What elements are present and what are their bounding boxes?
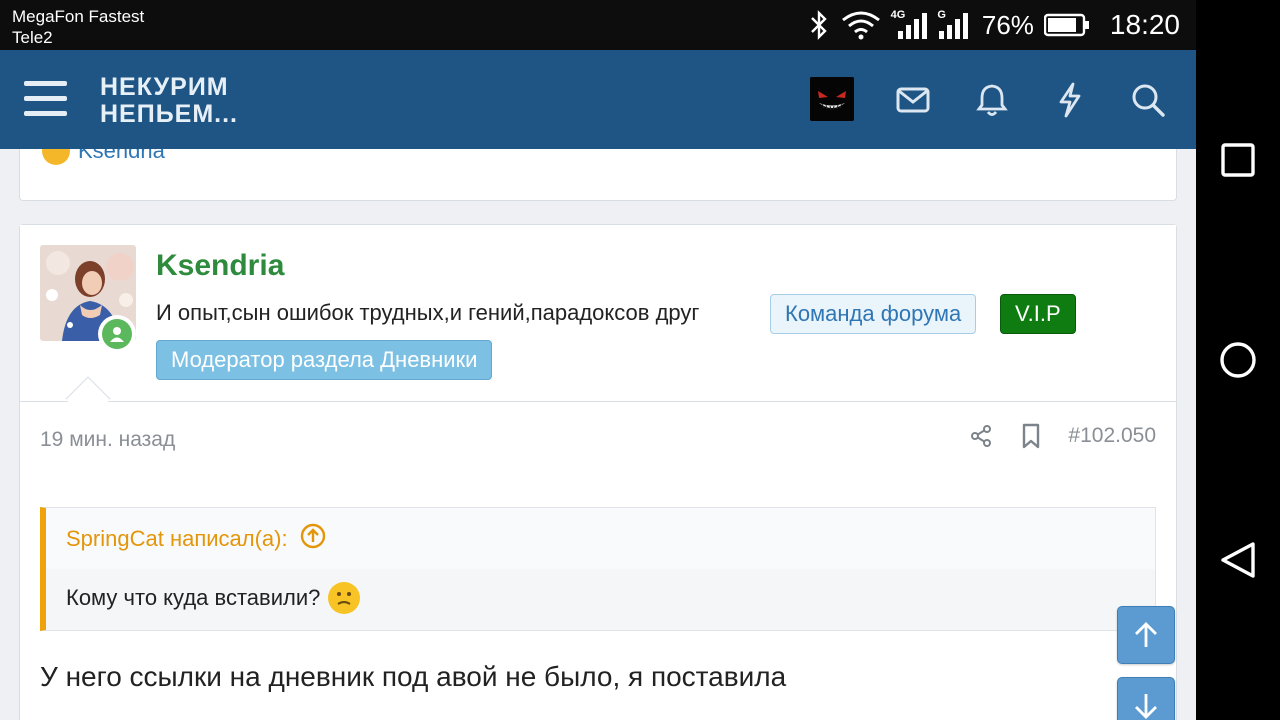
post-user-block: Ksendria И опыт,сын ошибок трудных,и ген… <box>20 225 1176 402</box>
quote-text: Кому что куда вставили? <box>66 585 321 610</box>
status-icons: 4G G 76% 18:20 <box>807 8 1180 42</box>
search-icon[interactable] <box>1128 80 1168 120</box>
mail-icon[interactable] <box>893 80 933 120</box>
status-bar: MegaFon Fastest Tele2 4G G 76% 18:20 <box>0 0 1196 50</box>
logo-line-2: НЕПЬЕМ... <box>100 100 239 128</box>
signal-4g-icon: 4G <box>891 8 928 42</box>
recents-icon[interactable] <box>1216 138 1260 182</box>
previous-post-card: Ksendria <box>19 149 1177 201</box>
site-header: НЕКУРИМ НЕПЬЕМ... <box>0 50 1196 149</box>
page-content: Ksendria Ksendria И опыт,сын ошибок труд… <box>0 149 1196 720</box>
back-icon[interactable] <box>1216 538 1260 582</box>
post-card: Ksendria И опыт,сын ошибок трудных,и ген… <box>19 224 1177 720</box>
quote-header[interactable]: SpringCat написал(а): <box>46 508 1155 569</box>
battery-icon <box>1043 8 1090 42</box>
quote-body: Кому что куда вставили? <box>66 582 361 614</box>
scroll-up-button[interactable] <box>1117 606 1175 664</box>
post-body-text: У него ссылки на дневник под авой не был… <box>40 661 787 692</box>
menu-icon[interactable] <box>24 81 67 117</box>
post-number[interactable]: #102.050 <box>1068 424 1156 448</box>
network-label-1: 4G <box>890 9 906 21</box>
site-logo[interactable]: НЕКУРИМ НЕПЬЕМ... <box>100 74 238 128</box>
reaction-username[interactable]: Ksendria <box>78 149 165 164</box>
share-icon[interactable] <box>968 423 994 449</box>
post-username[interactable]: Ksendria <box>156 249 284 283</box>
badge-moderator: Модератор раздела Дневники <box>156 340 493 380</box>
online-status-indicator <box>98 315 136 353</box>
badge-forum-team: Команда форума <box>770 294 977 334</box>
laughing-emoji-icon <box>42 149 70 165</box>
battery-percent: 76% <box>981 9 1034 40</box>
bell-icon[interactable] <box>972 80 1012 120</box>
quote-author[interactable]: SpringCat написал(а): <box>66 526 288 552</box>
network-label-2: G <box>937 9 946 21</box>
post-actions: #102.050 <box>968 423 1156 449</box>
badge-vip: V.I.P <box>1000 294 1076 334</box>
arrow-up-circle-icon[interactable] <box>300 523 326 555</box>
confused-emoji-icon <box>328 582 361 614</box>
clock: 18:20 <box>1109 9 1180 40</box>
android-nav-bar <box>1196 0 1280 720</box>
home-icon[interactable] <box>1216 338 1260 382</box>
bluetooth-icon <box>807 8 831 42</box>
carrier-secondary: Tele2 <box>12 28 53 47</box>
account-avatar[interactable] <box>810 77 854 121</box>
logo-line-1: НЕКУРИМ <box>100 73 229 101</box>
user-title: И опыт,сын ошибок трудных,и гений,парадо… <box>156 300 700 325</box>
quote-block: SpringCat написал(а): Кому что куда вста… <box>40 507 1156 631</box>
carrier-primary: MegaFon Fastest <box>12 7 145 26</box>
reaction-summary[interactable]: Ksendria <box>42 149 165 165</box>
lightning-icon[interactable] <box>1050 80 1090 120</box>
bookmark-icon[interactable] <box>1018 423 1044 449</box>
wifi-icon <box>841 8 881 42</box>
signal-g-icon: G <box>937 8 968 42</box>
post-timestamp[interactable]: 19 мин. назад <box>40 428 175 452</box>
scroll-down-button[interactable] <box>1117 677 1175 720</box>
